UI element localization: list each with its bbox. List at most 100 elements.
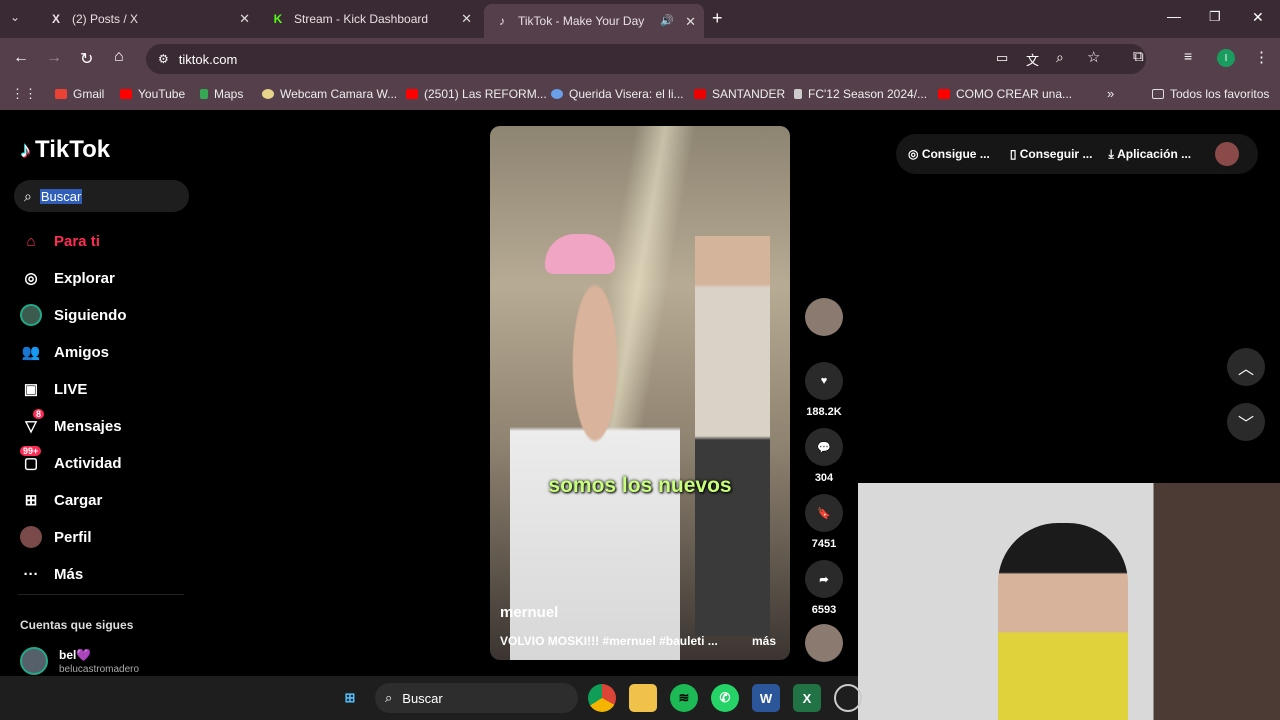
bookmark-visera[interactable]: Querida Visera: el li... bbox=[551, 87, 684, 101]
nav-live[interactable]: ▣ LIVE bbox=[20, 378, 87, 400]
audio-playing-icon[interactable]: 🔊 bbox=[660, 14, 674, 27]
nav-label: Mensajes bbox=[54, 417, 122, 435]
heart-icon: ♥ bbox=[805, 362, 843, 400]
bookmark-youtube[interactable]: YouTube bbox=[120, 87, 185, 101]
following-avatar-icon bbox=[20, 304, 42, 326]
spotify-icon[interactable]: ≋ bbox=[670, 684, 698, 712]
top-action-bar: ◎ Consigue ... ▯ Conseguir ... ⤓ Aplicac… bbox=[896, 134, 1258, 174]
download-app-button[interactable]: ⤓ Aplicación ... bbox=[1108, 147, 1191, 162]
more-bookmarks-icon[interactable]: » bbox=[1107, 86, 1114, 101]
excel-icon[interactable]: X bbox=[793, 684, 821, 712]
following-account-name[interactable]: bel💜 bbox=[59, 648, 91, 662]
bookmark-reform[interactable]: (2501) Las REFORM... bbox=[406, 87, 547, 101]
nav-para-ti[interactable]: ⌂ Para ti bbox=[20, 230, 100, 252]
bookmark-gmail[interactable]: Gmail bbox=[55, 87, 104, 101]
sound-avatar[interactable] bbox=[805, 624, 843, 668]
get-app-button[interactable]: ▯ Conseguir ... bbox=[1010, 147, 1093, 161]
bookmark-fc12[interactable]: FC'12 Season 2024/... bbox=[794, 87, 927, 101]
taskbar-search[interactable]: ⌕ Buscar bbox=[375, 683, 578, 713]
site-info-icon[interactable]: ⚙ bbox=[158, 52, 169, 66]
nav-amigos[interactable]: 👥 Amigos bbox=[20, 341, 109, 363]
tab-x-posts[interactable]: X (2) Posts / X ✕ bbox=[38, 6, 258, 32]
like-count: 188.2K bbox=[806, 406, 842, 418]
next-video-button[interactable]: ﹀ bbox=[1227, 403, 1265, 441]
app-icon[interactable] bbox=[834, 684, 862, 712]
kick-logo-icon: K bbox=[273, 12, 283, 26]
tab-title: TikTok - Make Your Day bbox=[518, 14, 645, 28]
close-tab-icon[interactable]: ✕ bbox=[685, 14, 696, 30]
comment-button[interactable]: 💬 304 bbox=[805, 428, 843, 484]
close-tab-icon[interactable]: ✕ bbox=[461, 11, 472, 27]
nav-label: Amigos bbox=[54, 343, 110, 361]
tiktok-logo[interactable]: ♪ TikTok bbox=[20, 136, 110, 164]
chevron-up-icon: ︿ bbox=[1237, 361, 1254, 378]
bookmark-santander[interactable]: SANTANDER bbox=[694, 87, 785, 101]
bookmark-webcam[interactable]: Webcam Camara W... bbox=[262, 87, 397, 101]
divider bbox=[18, 594, 184, 595]
bookmark-label: YouTube bbox=[138, 87, 186, 101]
x-logo-icon: X bbox=[51, 12, 60, 26]
video-player[interactable]: somos los nuevos mernuel VOLVIO MOSKI!!!… bbox=[490, 126, 790, 660]
search-input[interactable]: ⌕ Buscar bbox=[14, 180, 189, 212]
windows-taskbar: ⊞ ⌕ Buscar ≋ ✆ W X bbox=[0, 676, 862, 720]
nav-perfil[interactable]: Perfil bbox=[20, 526, 92, 548]
windows-start-icon[interactable]: ⊞ bbox=[336, 684, 364, 712]
nav-siguiendo[interactable]: Siguiendo bbox=[20, 304, 127, 326]
nav-mas[interactable]: ··· Más bbox=[20, 563, 84, 585]
zoom-icon[interactable]: ⌕ bbox=[1056, 49, 1064, 66]
menu-dots-icon[interactable]: ⋮ bbox=[1254, 48, 1269, 66]
restore-icon[interactable]: ❐ bbox=[1209, 9, 1221, 25]
url-text: tiktok.com bbox=[178, 51, 238, 67]
tab-tiktok[interactable]: ♪ TikTok - Make Your Day 🔊 ✕ bbox=[484, 4, 704, 38]
chrome-icon[interactable] bbox=[588, 684, 616, 712]
search-icon: ⌕ bbox=[385, 690, 393, 705]
bookmark-maps[interactable]: Maps bbox=[200, 87, 243, 101]
bookmark-label: Maps bbox=[214, 87, 244, 101]
word-icon[interactable]: W bbox=[752, 684, 780, 712]
like-button[interactable]: ♥ 188.2K bbox=[805, 362, 843, 418]
translate-icon[interactable]: 文 bbox=[1026, 50, 1039, 69]
tab-list-chevron-icon[interactable]: ⌄ bbox=[10, 10, 20, 24]
home-icon[interactable]: ⌂ bbox=[114, 48, 124, 66]
file-explorer-icon[interactable] bbox=[629, 684, 657, 712]
forward-icon[interactable]: → bbox=[46, 49, 62, 67]
close-window-icon[interactable]: ✕ bbox=[1252, 9, 1264, 26]
bookmark-label: COMO CREAR una... bbox=[956, 87, 1073, 101]
bookmark-como-crear[interactable]: COMO CREAR una... bbox=[938, 87, 1072, 101]
video-author[interactable]: mernuel bbox=[500, 604, 558, 621]
button-label: Conseguir ... bbox=[1019, 147, 1093, 161]
tab-kick-dashboard[interactable]: K Stream - Kick Dashboard ✕ bbox=[260, 6, 480, 32]
nav-cargar[interactable]: ⊞ Cargar bbox=[20, 489, 103, 511]
nav-label: Explorar bbox=[54, 269, 115, 287]
apps-grid-icon[interactable]: ⋮⋮ bbox=[11, 86, 37, 102]
back-icon[interactable]: ← bbox=[13, 49, 29, 67]
profile-avatar[interactable]: I bbox=[1217, 49, 1235, 67]
description-more-link[interactable]: más bbox=[752, 634, 776, 648]
nav-explorar[interactable]: ◎ Explorar bbox=[20, 267, 115, 289]
following-account-avatar[interactable] bbox=[20, 647, 48, 675]
nav-label: Para ti bbox=[54, 232, 100, 250]
creator-avatar[interactable] bbox=[805, 298, 843, 342]
comment-icon: 💬 bbox=[805, 428, 843, 466]
nav-mensajes[interactable]: ▽ 8 Mensajes bbox=[20, 409, 122, 437]
close-tab-icon[interactable]: ✕ bbox=[239, 11, 250, 27]
search-text: Buscar bbox=[39, 188, 83, 204]
install-app-icon[interactable]: ▭ bbox=[996, 50, 1008, 66]
extensions-icon[interactable]: ⧉ bbox=[1133, 48, 1144, 65]
user-avatar[interactable] bbox=[1215, 142, 1240, 166]
all-bookmarks-folder[interactable]: Todos los favoritos bbox=[1152, 87, 1269, 101]
save-button[interactable]: 🔖 7451 bbox=[805, 494, 843, 550]
nav-label: Cargar bbox=[54, 491, 103, 509]
nav-actividad[interactable]: ▢ 99+ Actividad bbox=[20, 446, 122, 474]
get-coins-button[interactable]: ◎ Consigue ... bbox=[908, 147, 990, 161]
minimize-icon[interactable]: — bbox=[1167, 8, 1181, 24]
previous-video-button[interactable]: ︿ bbox=[1227, 348, 1265, 386]
new-tab-icon[interactable]: + bbox=[712, 8, 723, 29]
media-control-icon[interactable]: ≡ bbox=[1184, 48, 1192, 64]
share-button[interactable]: ➦ 6593 bbox=[805, 560, 843, 616]
reload-icon[interactable]: ↻ bbox=[80, 49, 93, 69]
background-person bbox=[695, 236, 770, 636]
share-icon: ➦ bbox=[805, 560, 843, 598]
whatsapp-icon[interactable]: ✆ bbox=[711, 684, 739, 712]
bookmark-star-icon[interactable]: ☆ bbox=[1087, 48, 1100, 66]
